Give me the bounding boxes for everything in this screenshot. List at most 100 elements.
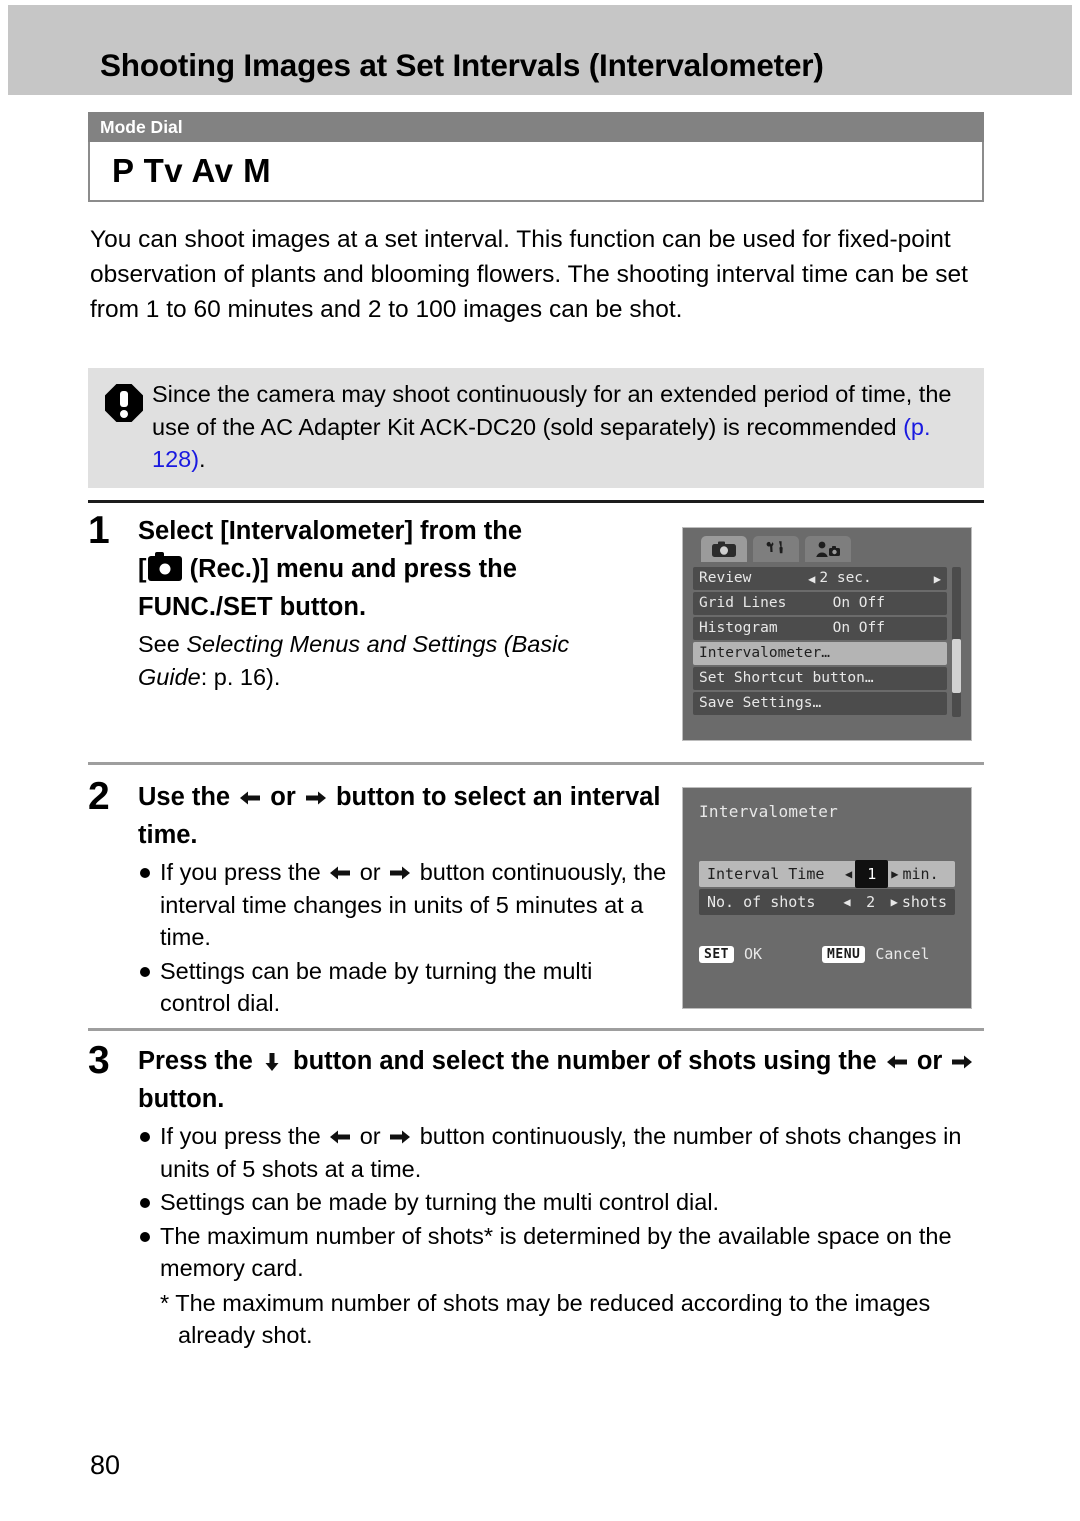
menu-key-label: Cancel	[875, 945, 930, 963]
mode-dial-values: P Tv Av M	[88, 142, 984, 202]
menu-row-intervalometer[interactable]: Intervalometer…	[693, 642, 947, 665]
intro-paragraph: You can shoot images at a set interval. …	[90, 226, 968, 323]
lcd-menu-scrollbar-thumb[interactable]	[952, 639, 961, 693]
set-key-icon[interactable]: SET	[699, 945, 734, 963]
lcd-menu-rows: Review ◀ 2 sec. ▶ Grid Lines On Off Hist…	[693, 567, 947, 717]
left-triangle-icon[interactable]: ◀	[845, 868, 852, 880]
page-number: 80	[90, 1450, 121, 1480]
rec-tab-icon[interactable]	[701, 536, 747, 562]
lcd-menu-body: Review ◀ 2 sec. ▶ Grid Lines On Off Hist…	[693, 567, 961, 717]
step-1-heading-line2: (Rec.)] menu and press the	[182, 555, 517, 583]
step-3-number: 3	[88, 1039, 110, 1082]
menu-row-grid-lines-value: On Off	[832, 595, 885, 611]
warning-note-body: Since the camera may shoot continuously …	[152, 381, 952, 440]
exclamation-octagon-icon	[102, 382, 146, 426]
no-of-shots-control[interactable]: ◀ 2 ▶	[843, 889, 897, 915]
step-3-bullet-1-mid: or	[353, 1123, 388, 1149]
camera-glyph	[712, 541, 736, 557]
intervalometer-row-interval-time[interactable]: Interval Time ◀ 1 ▶ min.	[699, 860, 955, 888]
down-arrow-icon	[262, 1052, 284, 1072]
step-1-heading-line1: Select [Intervalometer] from the	[138, 517, 523, 545]
no-of-shots-value: 2	[866, 893, 876, 911]
step-1-bracket-open: [	[138, 555, 147, 583]
menu-row-histogram-value: On Off	[832, 620, 885, 636]
interval-time-value: 1	[855, 860, 889, 888]
right-arrow-icon	[389, 1127, 411, 1147]
step-1-subtext-pre: See	[138, 631, 187, 657]
right-triangle-icon: ▶	[933, 571, 941, 586]
right-arrow-icon	[389, 863, 411, 883]
step-1: 1 Select [Intervalometer] from the [ (Re…	[88, 509, 668, 693]
rec-camera-icon	[147, 552, 182, 581]
step-3-heading-mid2: or	[909, 1047, 950, 1075]
left-arrow-icon	[886, 1052, 908, 1072]
menu-row-grid-lines[interactable]: Grid Lines On Off	[693, 592, 947, 615]
step-3-bullet-1-pre: If you press the	[160, 1123, 328, 1149]
step-3-heading: Press the button and select the number o…	[138, 1042, 984, 1118]
page-header-band: Shooting Images at Set Intervals (Interv…	[8, 5, 1072, 95]
step-3-footnote: * The maximum number of shots may be red…	[160, 1289, 931, 1349]
setup-tab-icon[interactable]	[753, 536, 799, 562]
step-3-bullet-1: If you press the or button continuously,…	[138, 1120, 984, 1185]
menu-row-grid-lines-label: Grid Lines	[699, 595, 787, 611]
step-2-bullet-2: Settings can be made by turning the mult…	[138, 955, 668, 1020]
step-1-heading-line3: FUNC./SET button.	[138, 593, 367, 621]
step-2-heading-pre: Use the	[138, 783, 238, 811]
step-2: 2 Use the or button to select an interva…	[88, 775, 668, 1021]
section-divider-1	[88, 500, 984, 503]
right-triangle-icon[interactable]: ▶	[891, 868, 898, 880]
menu-row-save-settings[interactable]: Save Settings…	[693, 692, 947, 715]
left-arrow-icon	[329, 863, 351, 883]
step-3-bullet-2: Settings can be made by turning the mult…	[138, 1186, 984, 1219]
menu-row-review[interactable]: Review ◀ 2 sec. ▶	[693, 567, 947, 590]
step-2-heading: Use the or button to select an interval …	[138, 778, 668, 854]
step-1-number: 1	[88, 509, 110, 552]
step-3: 3 Press the button and select the number…	[88, 1039, 984, 1352]
interval-time-label: Interval Time	[707, 865, 825, 883]
section-divider-2	[88, 762, 984, 765]
wrench-screwdriver-glyph	[766, 541, 783, 554]
page-title: Shooting Images at Set Intervals (Interv…	[100, 47, 824, 83]
my-camera-tab-icon[interactable]	[805, 536, 851, 562]
menu-row-review-label: Review	[699, 570, 752, 586]
warning-note-box: Since the camera may shoot continuously …	[88, 368, 984, 488]
menu-key-icon[interactable]: MENU	[822, 945, 866, 963]
mode-dial-label: Mode Dial	[88, 112, 984, 142]
step-2-bullet-list: If you press the or button continuously,…	[138, 856, 668, 1020]
interval-time-unit: min.	[902, 865, 939, 883]
step-3-heading-mid: button and select the number of shots us…	[285, 1047, 884, 1075]
menu-row-histogram[interactable]: Histogram On Off	[693, 617, 947, 640]
no-of-shots-label: No. of shots	[707, 893, 816, 911]
step-1-subtext: See Selecting Menus and Settings (Basic …	[138, 628, 668, 693]
interval-time-control[interactable]: ◀ 1 ▶	[845, 860, 899, 888]
step-1-subtext-post: : p. 16).	[200, 663, 281, 690]
intervalometer-row-no-of-shots[interactable]: No. of shots ◀ 2 ▶ shots	[699, 889, 955, 915]
step-2-number: 2	[88, 775, 110, 818]
step-2-bullet-1: If you press the or button continuously,…	[138, 856, 668, 954]
step-1-subtext-italic-2: Guide	[138, 663, 201, 690]
step-2-heading-mid: or	[263, 783, 303, 811]
menu-row-save-settings-label: Save Settings…	[699, 695, 822, 711]
right-arrow-icon	[305, 788, 327, 808]
menu-row-set-shortcut-button-label: Set Shortcut button…	[699, 670, 874, 686]
lcd-intervalometer-screenshot: Intervalometer Interval Time ◀ 1 ▶ min. …	[682, 787, 972, 1009]
step-1-subtext-italic-1: Selecting Menus and Settings (Basic	[186, 631, 570, 657]
right-arrow-icon	[951, 1052, 973, 1072]
set-key-label: OK	[743, 945, 763, 963]
lcd-menu-tabs	[693, 536, 961, 562]
lcd-menu-scrollbar[interactable]	[952, 567, 961, 717]
right-triangle-icon[interactable]: ▶	[891, 896, 898, 908]
step-1-heading: Select [Intervalometer] from the [ (Rec.…	[138, 512, 668, 626]
step-3-heading-post: button.	[138, 1085, 225, 1113]
mode-dial-block: Mode Dial P Tv Av M	[88, 112, 984, 202]
step-2-bullet-1-pre: If you press the	[160, 859, 328, 885]
menu-row-intervalometer-label: Intervalometer…	[699, 645, 830, 661]
no-of-shots-unit: shots	[901, 893, 947, 911]
left-triangle-icon[interactable]: ◀	[843, 896, 850, 908]
person-camera-glyph	[816, 541, 840, 557]
step-3-heading-pre: Press the	[138, 1047, 260, 1075]
lcd-intervalometer-footer: SET OK MENU Cancel	[699, 945, 955, 963]
menu-row-set-shortcut-button[interactable]: Set Shortcut button…	[693, 667, 947, 690]
left-triangle-icon: ◀	[808, 571, 816, 586]
left-arrow-icon	[239, 788, 261, 808]
